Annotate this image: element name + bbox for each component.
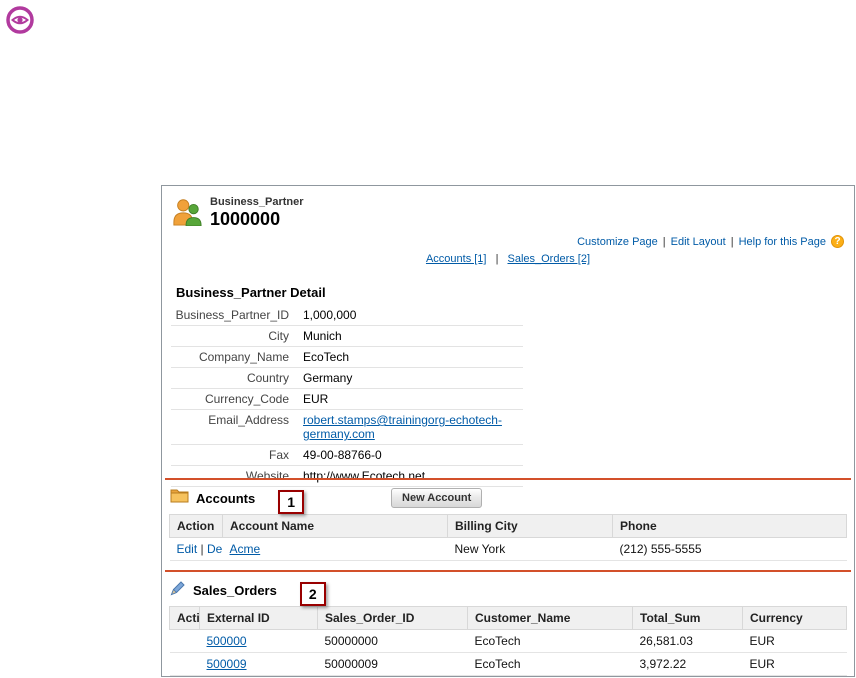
field-row: Business_Partner_ID 1,000,000 bbox=[171, 305, 523, 326]
field-row: Currency_Code EUR bbox=[171, 389, 523, 410]
table-row: 500000 50000000 EcoTech 26,581.03 EUR bbox=[169, 629, 847, 653]
help-for-page-link[interactable]: Help for this Page bbox=[739, 236, 826, 248]
field-row: Email_Address robert.stamps@trainingorg-… bbox=[171, 410, 523, 445]
column-header: Account Name bbox=[222, 514, 448, 538]
del-action-link[interactable]: Del bbox=[207, 542, 223, 556]
field-value: EUR bbox=[303, 392, 329, 406]
record-header: Business_Partner 1000000 bbox=[172, 196, 304, 231]
column-header: Currency bbox=[742, 606, 847, 630]
eye-icon[interactable] bbox=[6, 6, 34, 34]
field-row: Country Germany bbox=[171, 368, 523, 389]
field-label: Currency_Code bbox=[204, 392, 289, 406]
currency-cell: EUR bbox=[742, 652, 847, 676]
field-value: Germany bbox=[303, 371, 353, 385]
separator: | bbox=[662, 235, 666, 248]
sales-orders-table: Action External ID Sales_Order_ID Custom… bbox=[169, 606, 847, 676]
page-action-links: Customize Page | Edit Layout | Help for … bbox=[577, 235, 844, 248]
field-value: 1,000,000 bbox=[303, 308, 357, 322]
annotation-callout-1: 1 bbox=[278, 490, 305, 514]
detail-fields: Business_Partner_ID 1,000,000 City Munic… bbox=[171, 305, 523, 487]
account-name-link[interactable]: Acme bbox=[230, 542, 261, 556]
related-list-shortcuts: Accounts [1] | Sales_Orders [2] bbox=[162, 253, 854, 265]
accounts-shortcut-link[interactable]: Accounts [1] bbox=[426, 253, 487, 265]
column-header: Action bbox=[169, 514, 223, 538]
column-header: Billing City bbox=[447, 514, 613, 538]
total-sum-cell: 26,581.03 bbox=[632, 629, 743, 653]
record-name: 1000000 bbox=[210, 209, 281, 229]
sales-order-id-cell: 50000000 bbox=[317, 629, 468, 653]
new-account-button[interactable]: New Account bbox=[391, 488, 483, 508]
total-sum-cell: 3,972.22 bbox=[632, 652, 743, 676]
annotation-callout-2: 2 bbox=[299, 582, 326, 606]
pen-icon bbox=[170, 580, 186, 601]
object-label: Business_Partner bbox=[210, 196, 304, 208]
email-address-link[interactable]: robert.stamps@trainingorg-echotech-germa… bbox=[303, 413, 502, 441]
field-label: Fax bbox=[268, 448, 289, 462]
accounts-table: Action Account Name Billing City Phone E… bbox=[169, 514, 847, 561]
detail-section-title: Business_Partner Detail bbox=[176, 285, 326, 300]
field-label: Business_Partner_ID bbox=[175, 308, 289, 322]
field-label: Company_Name bbox=[198, 350, 289, 364]
column-header: Action bbox=[169, 606, 200, 630]
currency-cell: EUR bbox=[742, 629, 847, 653]
field-value: Munich bbox=[303, 329, 342, 343]
accounts-section-title: Accounts bbox=[196, 490, 256, 506]
separator: | bbox=[200, 542, 204, 556]
help-icon[interactable]: ? bbox=[831, 235, 844, 248]
folder-icon bbox=[170, 488, 189, 508]
field-row: City Munich bbox=[171, 326, 523, 347]
customer-name-cell: EcoTech bbox=[467, 629, 633, 653]
field-label: City bbox=[268, 329, 289, 343]
separator: | bbox=[730, 235, 734, 248]
separator: | bbox=[495, 253, 499, 265]
field-label: Email_Address bbox=[208, 413, 289, 427]
column-header: Total_Sum bbox=[632, 606, 743, 630]
field-row: Fax 49-00-88766-0 bbox=[171, 445, 523, 466]
accounts-related-list: Accounts 1 New Account Action Account Na… bbox=[162, 478, 854, 561]
customer-name-cell: EcoTech bbox=[467, 652, 633, 676]
field-value: 49-00-88766-0 bbox=[303, 448, 382, 462]
column-header: Phone bbox=[612, 514, 847, 538]
table-row: Edit | Del Acme New York (212) 555-5555 bbox=[169, 537, 847, 561]
external-id-link[interactable]: 500009 bbox=[207, 657, 247, 671]
column-header: Sales_Order_ID bbox=[317, 606, 468, 630]
field-label: Country bbox=[246, 371, 289, 385]
billing-city-cell: New York bbox=[447, 537, 613, 561]
sales-order-id-cell: 50000009 bbox=[317, 652, 468, 676]
edit-layout-link[interactable]: Edit Layout bbox=[671, 236, 726, 248]
table-row: 500009 50000009 EcoTech 3,972.22 EUR bbox=[169, 652, 847, 676]
field-row: Company_Name EcoTech bbox=[171, 347, 523, 368]
record-panel: Business_Partner 1000000 Customize Page … bbox=[161, 185, 855, 677]
sales-orders-section-title: Sales_Orders bbox=[193, 582, 277, 598]
column-header: Customer_Name bbox=[467, 606, 633, 630]
customize-page-link[interactable]: Customize Page bbox=[577, 236, 658, 248]
sales-orders-shortcut-link[interactable]: Sales_Orders [2] bbox=[507, 253, 590, 265]
edit-action-link[interactable]: Edit bbox=[177, 542, 198, 556]
external-id-link[interactable]: 500000 bbox=[207, 634, 247, 648]
sales-orders-related-list: Sales_Orders 2 Action External ID Sales_… bbox=[162, 570, 854, 676]
field-value: EcoTech bbox=[303, 350, 350, 364]
column-header: External ID bbox=[199, 606, 318, 630]
business-partner-people-icon bbox=[172, 196, 202, 231]
phone-cell: (212) 555-5555 bbox=[612, 537, 847, 561]
